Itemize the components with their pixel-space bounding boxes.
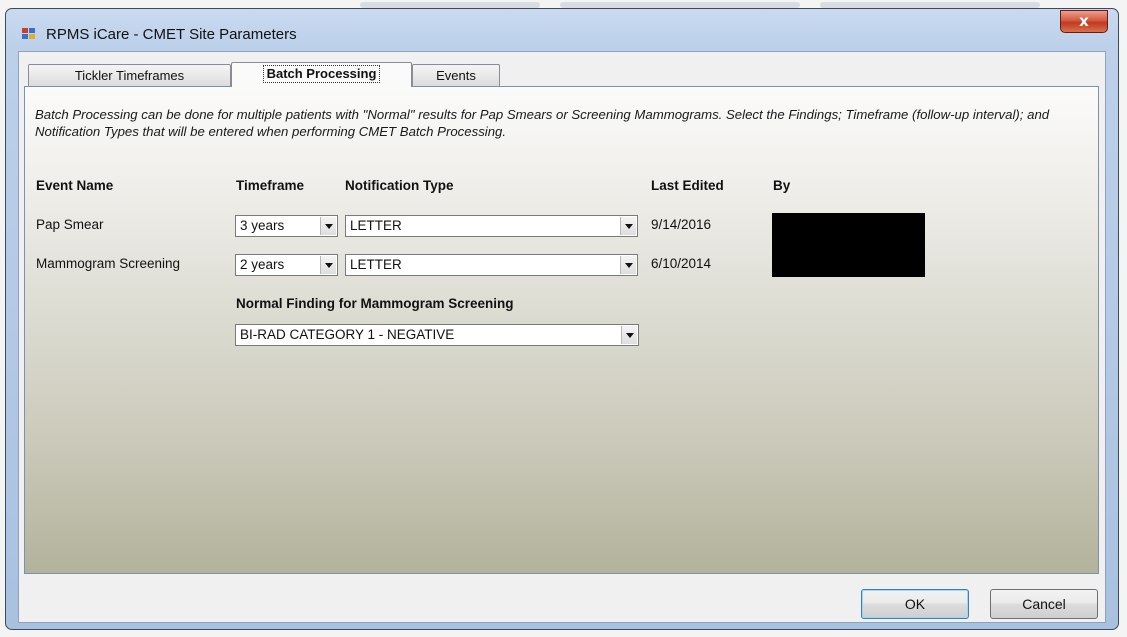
header-notification-type: Notification Type: [345, 178, 454, 193]
event-name-pap-smear: Pap Smear: [36, 217, 104, 232]
header-timeframe: Timeframe: [236, 178, 305, 193]
tab-tickler-timeframes[interactable]: Tickler Timeframes: [28, 64, 231, 86]
timeframe-select-mammogram-screening[interactable]: 2 years: [235, 254, 338, 276]
tab-label: Tickler Timeframes: [74, 68, 185, 83]
header-event-name: Event Name: [36, 178, 114, 193]
last-edited-pap-smear: 9/14/2016: [651, 217, 712, 232]
timeframe-select-pap-smear[interactable]: 3 years: [235, 215, 338, 237]
close-button[interactable]: x: [1060, 10, 1108, 33]
chevron-down-icon[interactable]: [620, 256, 636, 274]
normal-finding-label: Normal Finding for Mammogram Screening: [236, 296, 514, 311]
notification-type-select-pap-smear[interactable]: LETTER: [345, 215, 638, 237]
timeframe-value: 3 years: [240, 218, 285, 233]
redacted-by-field: [772, 213, 925, 277]
last-edited-mammogram-screening: 6/10/2014: [651, 256, 712, 271]
tab-batch-processing[interactable]: Batch Processing: [231, 62, 412, 87]
ok-button[interactable]: OK: [861, 589, 969, 619]
normal-finding-select[interactable]: BI-RAD CATEGORY 1 - NEGATIVE: [235, 324, 639, 346]
chevron-down-icon[interactable]: [320, 256, 336, 274]
header-last-edited: Last Edited: [651, 178, 724, 193]
notification-type-select-mammogram-screening[interactable]: LETTER: [345, 254, 638, 276]
header-by: By: [773, 178, 791, 193]
description-text: Batch Processing can be done for multipl…: [35, 107, 1050, 139]
notification-value: LETTER: [350, 218, 402, 233]
tab-events[interactable]: Events: [412, 64, 500, 86]
timeframe-value: 2 years: [240, 257, 285, 272]
chevron-down-icon[interactable]: [620, 217, 636, 235]
normal-finding-value: BI-RAD CATEGORY 1 - NEGATIVE: [240, 327, 455, 342]
event-name-mammogram-screening: Mammogram Screening: [36, 256, 181, 271]
tab-label: Batch Processing: [262, 65, 381, 83]
dialog-client-area: Tickler Timeframes Batch Processing Even…: [18, 51, 1106, 623]
chevron-down-icon[interactable]: [320, 217, 336, 235]
batch-processing-panel: Batch Processing can be done for multipl…: [24, 86, 1099, 574]
app-icon: [22, 28, 36, 40]
cancel-button[interactable]: Cancel: [990, 589, 1098, 619]
window-title: RPMS iCare - CMET Site Parameters: [46, 26, 297, 43]
dialog-window: RPMS iCare - CMET Site Parameters x Tick…: [5, 8, 1119, 630]
title-bar[interactable]: RPMS iCare - CMET Site Parameters x: [6, 9, 1118, 51]
tab-label: Events: [436, 68, 476, 83]
chevron-down-icon[interactable]: [621, 326, 637, 344]
notification-value: LETTER: [350, 257, 402, 272]
